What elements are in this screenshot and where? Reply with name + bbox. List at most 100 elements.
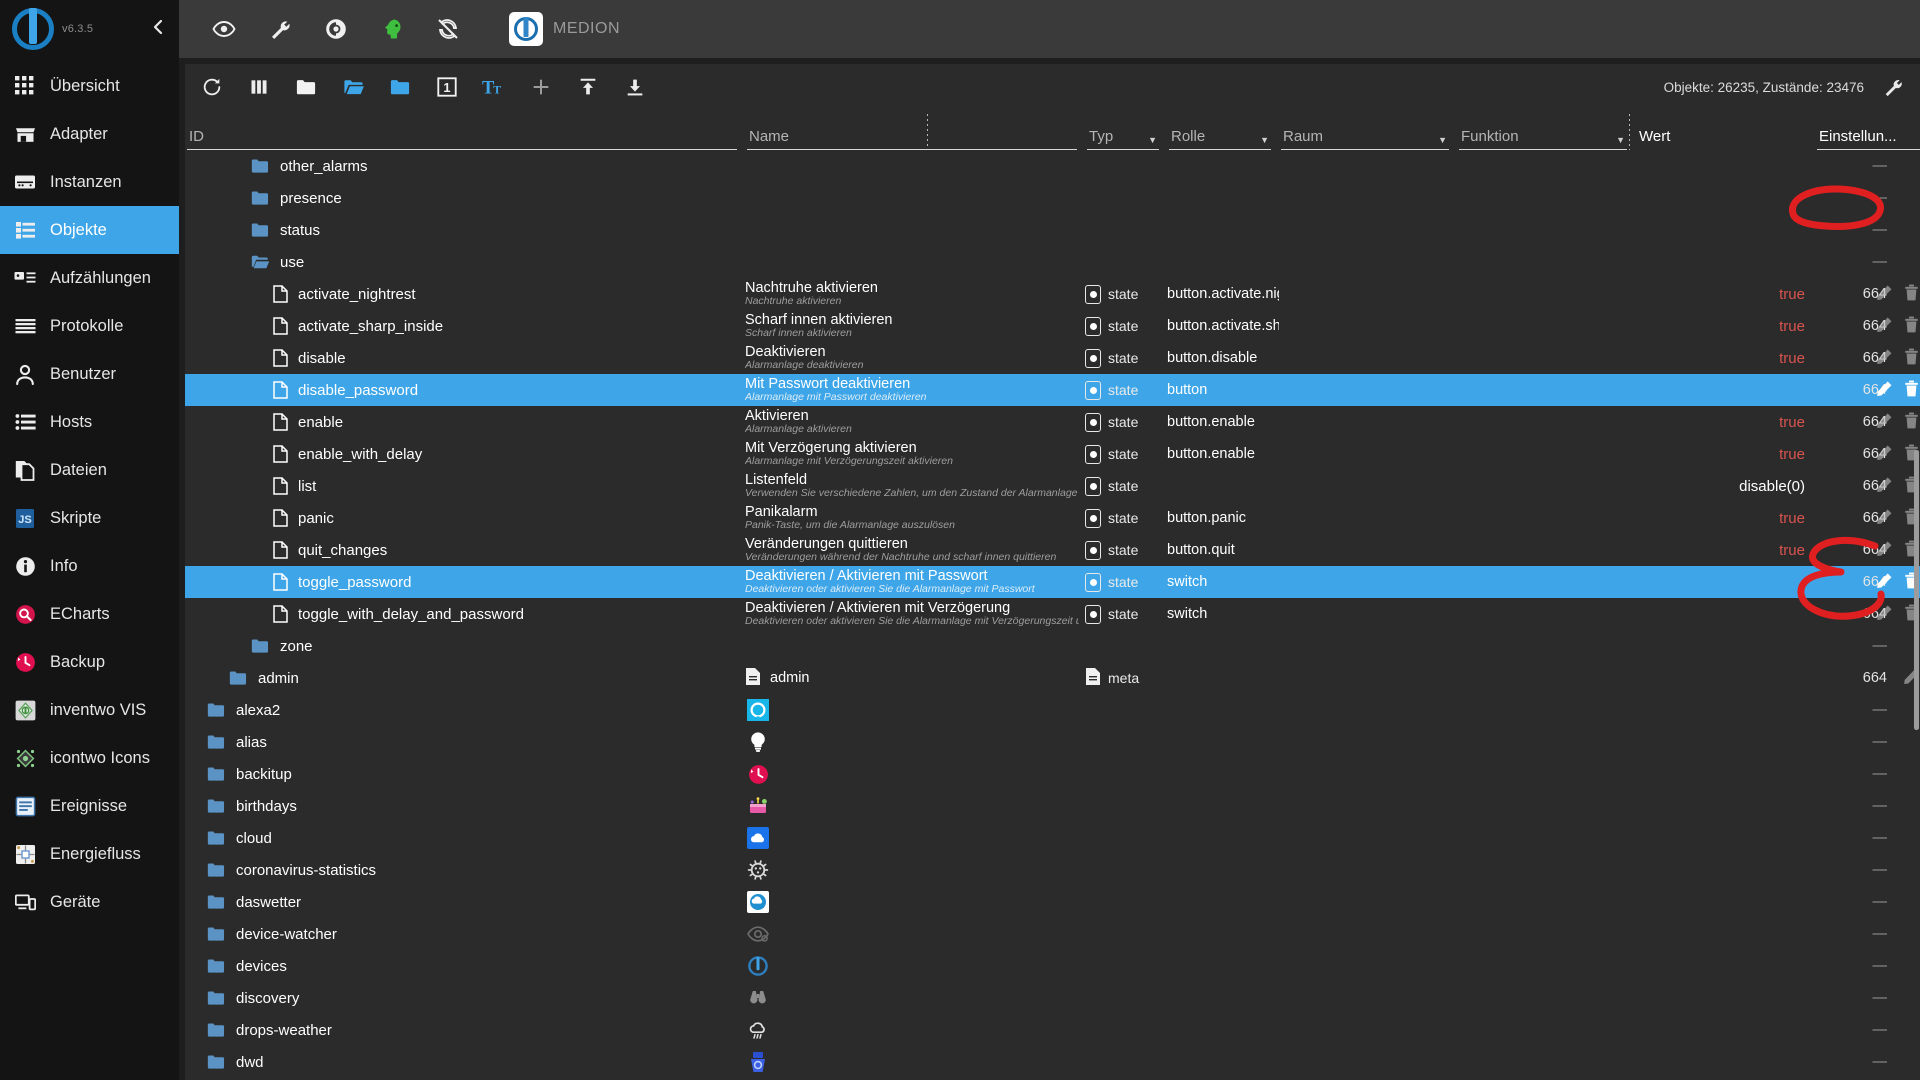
settings-wrench-icon[interactable] [1880,74,1906,100]
column-header-settings[interactable]: Einstellun... ▼ [1815,110,1920,150]
edit-icon[interactable] [1876,316,1893,337]
plus-icon[interactable] [528,74,554,100]
sidebar-collapse-button[interactable] [151,18,165,40]
table-row[interactable]: drops-weather — [185,1014,1920,1046]
sidebar-item-dateien[interactable]: Dateien [0,446,179,494]
sidebar-item-backup[interactable]: Backup [0,638,179,686]
sidebar-item-instanzen[interactable]: Instanzen [0,158,179,206]
cell-id: coronavirus-statistics [185,862,745,879]
edit-icon[interactable] [1876,284,1893,305]
columns-icon[interactable] [246,74,272,100]
contrast-icon[interactable] [321,14,351,44]
wrench-icon[interactable] [265,14,295,44]
sidebar-item-adapter[interactable]: Adapter [0,110,179,158]
sidebar-item-inventwo-vis[interactable]: inventwo VIS [0,686,179,734]
table-row[interactable]: device-watcher — [185,918,1920,950]
head-green-icon[interactable] [377,14,407,44]
chevron-down-icon[interactable]: ▼ [1260,135,1269,145]
column-header-typ[interactable]: Typ ▼ [1085,110,1167,150]
table-row[interactable]: devices — [185,950,1920,982]
host-selector[interactable]: MEDION [509,12,620,46]
table-row[interactable]: alexa2 — [185,694,1920,726]
sidebar-item-protokolle[interactable]: Protokolle [0,302,179,350]
table-row[interactable]: enable Aktivieren Alarmanlage aktivieren… [185,406,1920,438]
sidebar-item-info[interactable]: Info [0,542,179,590]
sidebar-item-echarts[interactable]: ECharts [0,590,179,638]
table-row[interactable]: status — [185,214,1920,246]
edit-icon[interactable] [1876,444,1893,465]
folder-white-icon[interactable] [293,74,319,100]
sidebar-item-objekte[interactable]: Objekte [0,206,179,254]
table-row[interactable]: alias — [185,726,1920,758]
download-icon[interactable] [622,74,648,100]
column-header-function[interactable]: Funktion ▼ [1457,110,1635,150]
column-header-value[interactable]: Wert [1635,110,1815,150]
table-row[interactable]: disable Deaktivieren Alarmanlage deaktiv… [185,342,1920,374]
upload-icon[interactable] [575,74,601,100]
text-size-icon[interactable]: TT [481,74,507,100]
table-row[interactable]: coronavirus-statistics — [185,854,1920,886]
refresh-icon[interactable] [199,74,225,100]
table-row[interactable]: toggle_password Deaktivieren / Aktiviere… [185,566,1920,598]
objects-table[interactable]: other_alarms — presence — status — use —… [185,150,1920,1080]
table-row[interactable]: quit_changes Veränderungen quittieren Ve… [185,534,1920,566]
sidebar-item-aufz-hlungen[interactable]: Aufzählungen [0,254,179,302]
cell-value[interactable]: true [1635,510,1835,527]
table-row[interactable]: activate_nightrest Nachtruhe aktivieren … [185,278,1920,310]
table-row[interactable]: use — [185,246,1920,278]
edit-icon[interactable] [1876,604,1893,625]
table-row[interactable]: dwd — [185,1046,1920,1078]
edit-icon[interactable] [1876,572,1893,593]
sidebar-item-ger-te[interactable]: Geräte [0,878,179,926]
table-row[interactable]: discovery — [185,982,1920,1014]
table-row[interactable]: daswetter — [185,886,1920,918]
column-header-role[interactable]: Rolle ▼ [1167,110,1279,150]
cell-value[interactable]: true [1635,542,1835,559]
sidebar-item-skripte[interactable]: JS Skripte [0,494,179,542]
table-row[interactable]: cloud — [185,822,1920,854]
edit-icon[interactable] [1876,412,1893,433]
table-row[interactable]: presence — [185,182,1920,214]
table-row[interactable]: other_alarms — [185,150,1920,182]
table-row[interactable]: zone — [185,630,1920,662]
eye-icon[interactable] [209,14,239,44]
folder-blue-icon[interactable] [387,74,413,100]
edit-icon[interactable] [1876,348,1893,369]
table-row[interactable]: panic Panikalarm Panik-Taste, um die Ala… [185,502,1920,534]
sidebar-item-energiefluss[interactable]: Energiefluss [0,830,179,878]
cell-value[interactable]: true [1635,414,1835,431]
table-row[interactable]: disable_password Mit Passwort deaktivier… [185,374,1920,406]
table-row[interactable]: toggle_with_delay_and_password Deaktivie… [185,598,1920,630]
edit-icon[interactable] [1876,380,1893,401]
table-row[interactable]: backitup — [185,758,1920,790]
cell-value[interactable]: true [1635,286,1835,303]
cell-value[interactable]: true [1635,350,1835,367]
chevron-down-icon[interactable]: ▼ [1438,135,1447,145]
edit-icon[interactable] [1876,508,1893,529]
table-row[interactable]: birthdays — [185,790,1920,822]
column-header-room[interactable]: Raum ▼ [1279,110,1457,150]
cell-settings: — [1872,158,1888,174]
sidebar-item--bersicht[interactable]: Übersicht [0,62,179,110]
cell-value[interactable]: true [1635,318,1835,335]
depth-level-button[interactable]: 1 [434,74,460,100]
edit-icon[interactable] [1876,476,1893,497]
sync-off-icon[interactable] [433,14,463,44]
folder-open-blue-icon[interactable] [340,74,366,100]
table-row[interactable]: admin admin meta 664 [185,662,1920,694]
column-header-id[interactable]: ID [185,110,745,150]
edit-icon[interactable] [1876,540,1893,561]
table-row[interactable]: activate_sharp_inside Scharf innen aktiv… [185,310,1920,342]
cell-value[interactable]: true [1635,446,1835,463]
sidebar-item-hosts[interactable]: Hosts [0,398,179,446]
cell-value[interactable]: disable(0) [1635,478,1835,495]
sidebar-item-ereignisse[interactable]: Ereignisse [0,782,179,830]
chevron-down-icon[interactable]: ▼ [1616,135,1625,145]
sidebar-item-benutzer[interactable]: Benutzer [0,350,179,398]
sidebar-item-icontwo-icons[interactable]: icontwo Icons [0,734,179,782]
column-header-name[interactable]: Name [745,110,1085,150]
table-row[interactable]: enable_with_delay Mit Verzögerung aktivi… [185,438,1920,470]
chevron-down-icon[interactable]: ▼ [1148,135,1157,145]
vertical-scrollbar[interactable] [1913,150,1920,1080]
table-row[interactable]: list Listenfeld Verwenden Sie verschiede… [185,470,1920,502]
